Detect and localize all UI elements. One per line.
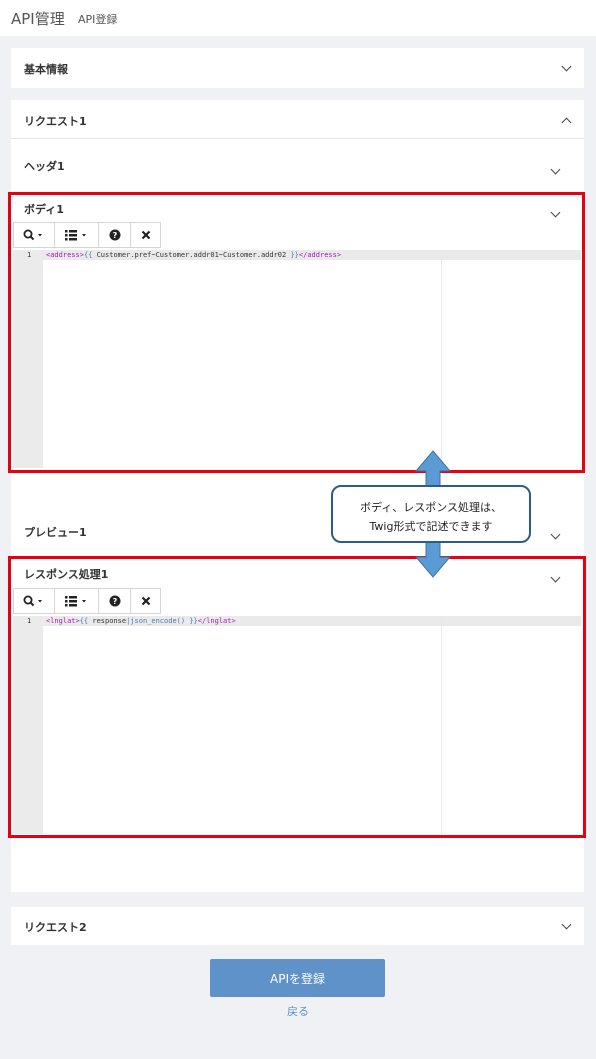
page-title: API管理 <box>11 10 65 28</box>
page-subtitle: API登録 <box>78 13 118 26</box>
preview1-title[interactable]: プレビュー1 <box>24 524 87 540</box>
chevron-down-icon[interactable] <box>561 919 572 930</box>
header1-title[interactable]: ヘッダ1 <box>24 158 65 174</box>
request2-panel[interactable]: リクエスト2 <box>11 907 584 945</box>
callout-line-1: ボディ、レスポンス処理は、 <box>359 501 502 514</box>
request2-title: リクエスト2 <box>24 921 87 934</box>
basic-info-title: 基本情報 <box>24 63 68 76</box>
request1-title: リクエスト1 <box>24 115 87 128</box>
callout-note: ボディ、レスポンス処理は、 Twig形式で記述できます <box>331 485 531 543</box>
back-link[interactable]: 戻る <box>0 1003 596 1019</box>
callout-line-2: Twig形式で記述できます <box>369 520 493 533</box>
basic-info-panel[interactable]: 基本情報 <box>11 48 584 88</box>
response-highlight-box <box>8 556 586 838</box>
page-header: API管理 API登録 <box>0 0 596 36</box>
register-api-button[interactable]: APIを登録 <box>210 959 385 997</box>
body-highlight-box <box>8 192 585 473</box>
divider <box>11 138 584 139</box>
chevron-down-icon[interactable] <box>561 61 572 72</box>
chevron-up-icon[interactable] <box>561 117 572 128</box>
